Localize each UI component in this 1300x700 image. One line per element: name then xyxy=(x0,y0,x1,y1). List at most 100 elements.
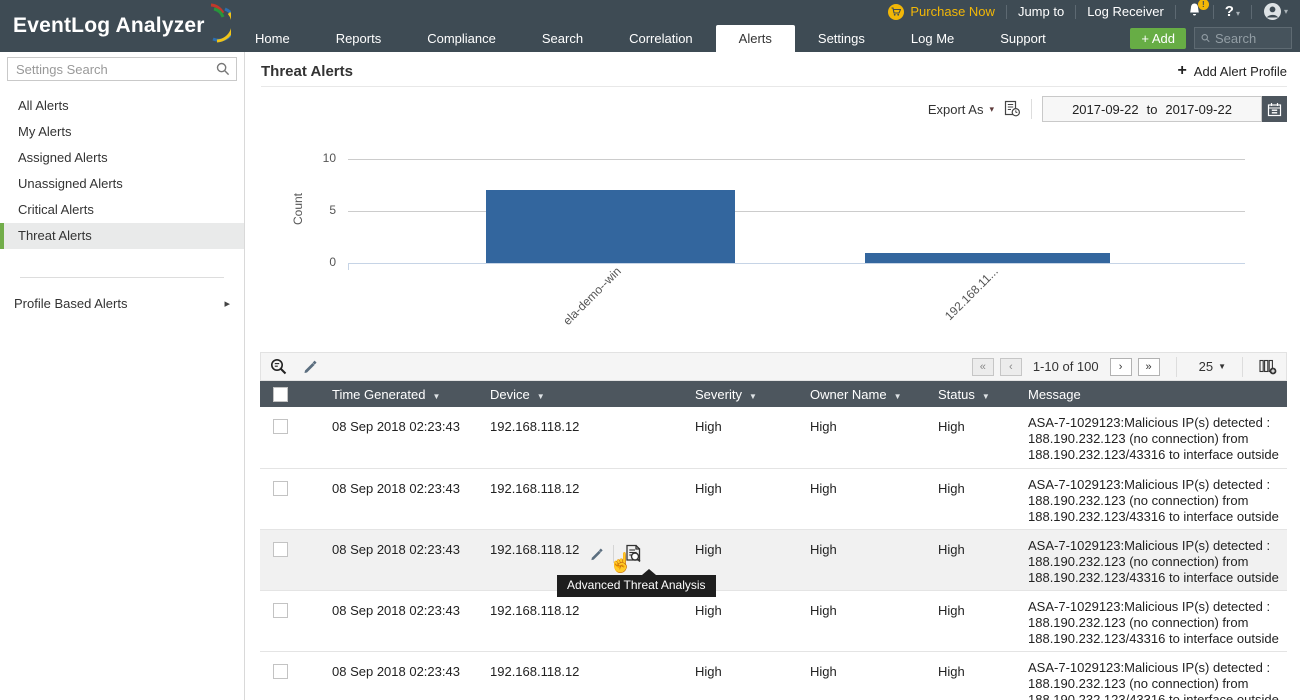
cell-time-generated: 08 Sep 2018 02:23:43 xyxy=(332,407,490,468)
hand-cursor-icon: ☝ xyxy=(609,551,633,575)
table-search-icon[interactable] xyxy=(270,358,287,375)
cell-device: 192.168.118.12 xyxy=(490,651,695,700)
cell-owner-name: High xyxy=(810,407,938,468)
y-axis-title: Count xyxy=(291,193,305,225)
tab-reports[interactable]: Reports xyxy=(313,25,405,52)
edit-alert-icon[interactable] xyxy=(590,547,604,561)
row-checkbox[interactable] xyxy=(273,481,288,496)
add-alert-profile-button[interactable]: + Add Alert Profile xyxy=(1177,62,1287,80)
sort-caret-icon: ▼ xyxy=(432,392,440,401)
tab-search[interactable]: Search xyxy=(519,25,606,52)
global-search-input[interactable] xyxy=(1215,31,1285,46)
sort-caret-icon: ▼ xyxy=(894,392,902,401)
cell-message: ASA-7-1029123:Malicious IP(s) detected :… xyxy=(1028,529,1287,590)
cart-icon xyxy=(888,4,904,20)
topbar: EventLog Analyzer Purchase Now Jump to L… xyxy=(0,0,1300,52)
cell-severity: High xyxy=(695,651,810,700)
sidebar-item-unassigned-alerts[interactable]: Unassigned Alerts xyxy=(0,171,244,197)
global-search[interactable] xyxy=(1194,27,1292,49)
pagination-range: 1-10 of 100 xyxy=(1033,359,1099,374)
select-all-checkbox[interactable] xyxy=(273,387,288,402)
jump-to-link[interactable]: Jump to xyxy=(1018,4,1064,19)
calendar-button[interactable] xyxy=(1262,96,1287,122)
tab-compliance[interactable]: Compliance xyxy=(404,25,519,52)
row-checkbox[interactable] xyxy=(273,419,288,434)
divider xyxy=(1251,5,1252,19)
sidebar-item-critical-alerts[interactable]: Critical Alerts xyxy=(0,197,244,223)
divider xyxy=(1213,5,1214,19)
add-button[interactable]: + Add xyxy=(1130,28,1186,49)
sidebar-item-label: Profile Based Alerts xyxy=(14,296,127,311)
row-checkbox[interactable] xyxy=(273,664,288,679)
sidebar: All AlertsMy AlertsAssigned AlertsUnassi… xyxy=(0,52,245,700)
app-logo: EventLog Analyzer xyxy=(13,9,231,43)
pagination-prev-button[interactable]: ‹ xyxy=(1000,358,1022,376)
alerts-table: Time Generated▼Device▼Severity▼Owner Nam… xyxy=(260,381,1287,700)
utility-bar: Purchase Now Jump to Log Receiver ! ?▾ ▾ xyxy=(888,0,1288,23)
tab-log-me[interactable]: Log Me xyxy=(888,25,977,52)
tab-alerts[interactable]: Alerts xyxy=(716,25,795,52)
column-header-device[interactable]: Device▼ xyxy=(490,381,695,407)
user-avatar-icon xyxy=(1263,2,1282,21)
sidebar-item-assigned-alerts[interactable]: Assigned Alerts xyxy=(0,145,244,171)
table-header: Time Generated▼Device▼Severity▼Owner Nam… xyxy=(260,381,1287,407)
table-row: 08 Sep 2018 02:23:43192.168.118.12HighHi… xyxy=(260,468,1287,529)
log-receiver-link[interactable]: Log Receiver xyxy=(1087,4,1164,19)
page-size-dropdown[interactable]: 25 ▼ xyxy=(1199,359,1226,374)
sidebar-item-profile-based-alerts[interactable]: Profile Based Alerts ▸ xyxy=(0,296,244,311)
column-chooser-icon[interactable] xyxy=(1259,359,1277,375)
advanced-threat-analysis-tooltip: Advanced Threat Analysis xyxy=(557,575,716,597)
column-header-status[interactable]: Status▼ xyxy=(938,381,1028,407)
chevron-down-icon: ▾ xyxy=(1236,9,1240,18)
sidebar-item-all-alerts[interactable]: All Alerts xyxy=(0,93,244,119)
cell-severity: High xyxy=(695,468,810,529)
bar-192.168.11...[interactable] xyxy=(865,253,1110,263)
tab-correlation[interactable]: Correlation xyxy=(606,25,716,52)
y-tick-label: 10 xyxy=(292,151,336,165)
table-row: 08 Sep 2018 02:23:43192.168.118.12HighHi… xyxy=(260,407,1287,468)
user-menu[interactable]: ▾ xyxy=(1263,2,1288,21)
settings-search[interactable] xyxy=(7,57,237,81)
notifications-button[interactable]: ! xyxy=(1187,2,1202,21)
pagination-next-button[interactable]: › xyxy=(1110,358,1132,376)
search-icon xyxy=(1201,32,1210,44)
cell-status: High xyxy=(938,590,1028,651)
schedule-report-icon[interactable] xyxy=(1004,100,1021,118)
column-header-time-generated[interactable]: Time Generated▼ xyxy=(332,381,490,407)
page-size-value: 25 xyxy=(1199,359,1213,374)
table-row: 08 Sep 2018 02:23:43192.168.118.12HighHi… xyxy=(260,529,1287,590)
tab-support[interactable]: Support xyxy=(977,25,1069,52)
sort-caret-icon: ▼ xyxy=(749,392,757,401)
cell-device: 192.168.118.12 xyxy=(490,468,695,529)
date-range-value: 2017-09-22 to 2017-09-22 xyxy=(1042,96,1262,122)
date-range-picker[interactable]: 2017-09-22 to 2017-09-22 xyxy=(1042,96,1287,122)
settings-search-input[interactable] xyxy=(7,57,237,81)
axis-tick xyxy=(348,263,349,270)
help-menu[interactable]: ?▾ xyxy=(1225,3,1240,20)
export-as-dropdown[interactable]: Export As ▾ xyxy=(928,102,994,117)
table-row: 08 Sep 2018 02:23:43192.168.118.12HighHi… xyxy=(260,651,1287,700)
column-header-severity[interactable]: Severity▼ xyxy=(695,381,810,407)
sidebar-item-threat-alerts[interactable]: Threat Alerts xyxy=(0,223,244,249)
bulk-edit-icon[interactable] xyxy=(303,359,318,374)
bar-ela-demo--win[interactable] xyxy=(486,190,735,263)
row-checkbox[interactable] xyxy=(273,542,288,557)
pagination-last-button[interactable]: » xyxy=(1138,358,1160,376)
purchase-now-link[interactable]: Purchase Now xyxy=(888,4,995,20)
date-separator: to xyxy=(1147,102,1158,117)
tab-settings[interactable]: Settings xyxy=(795,25,888,52)
search-icon xyxy=(216,62,230,81)
column-header-owner-name[interactable]: Owner Name▼ xyxy=(810,381,938,407)
row-checkbox[interactable] xyxy=(273,603,288,618)
cell-owner-name: High xyxy=(810,651,938,700)
tab-home[interactable]: Home xyxy=(232,25,313,52)
cell-time-generated: 08 Sep 2018 02:23:43 xyxy=(332,468,490,529)
pagination-first-button[interactable]: « xyxy=(972,358,994,376)
cell-status: High xyxy=(938,529,1028,590)
cell-status: High xyxy=(938,468,1028,529)
cell-device: 192.168.118.12 xyxy=(490,590,695,651)
x-axis-line xyxy=(348,263,1245,264)
cell-owner-name: High xyxy=(810,529,938,590)
sidebar-item-my-alerts[interactable]: My Alerts xyxy=(0,119,244,145)
chevron-down-icon: ▼ xyxy=(1218,362,1226,371)
